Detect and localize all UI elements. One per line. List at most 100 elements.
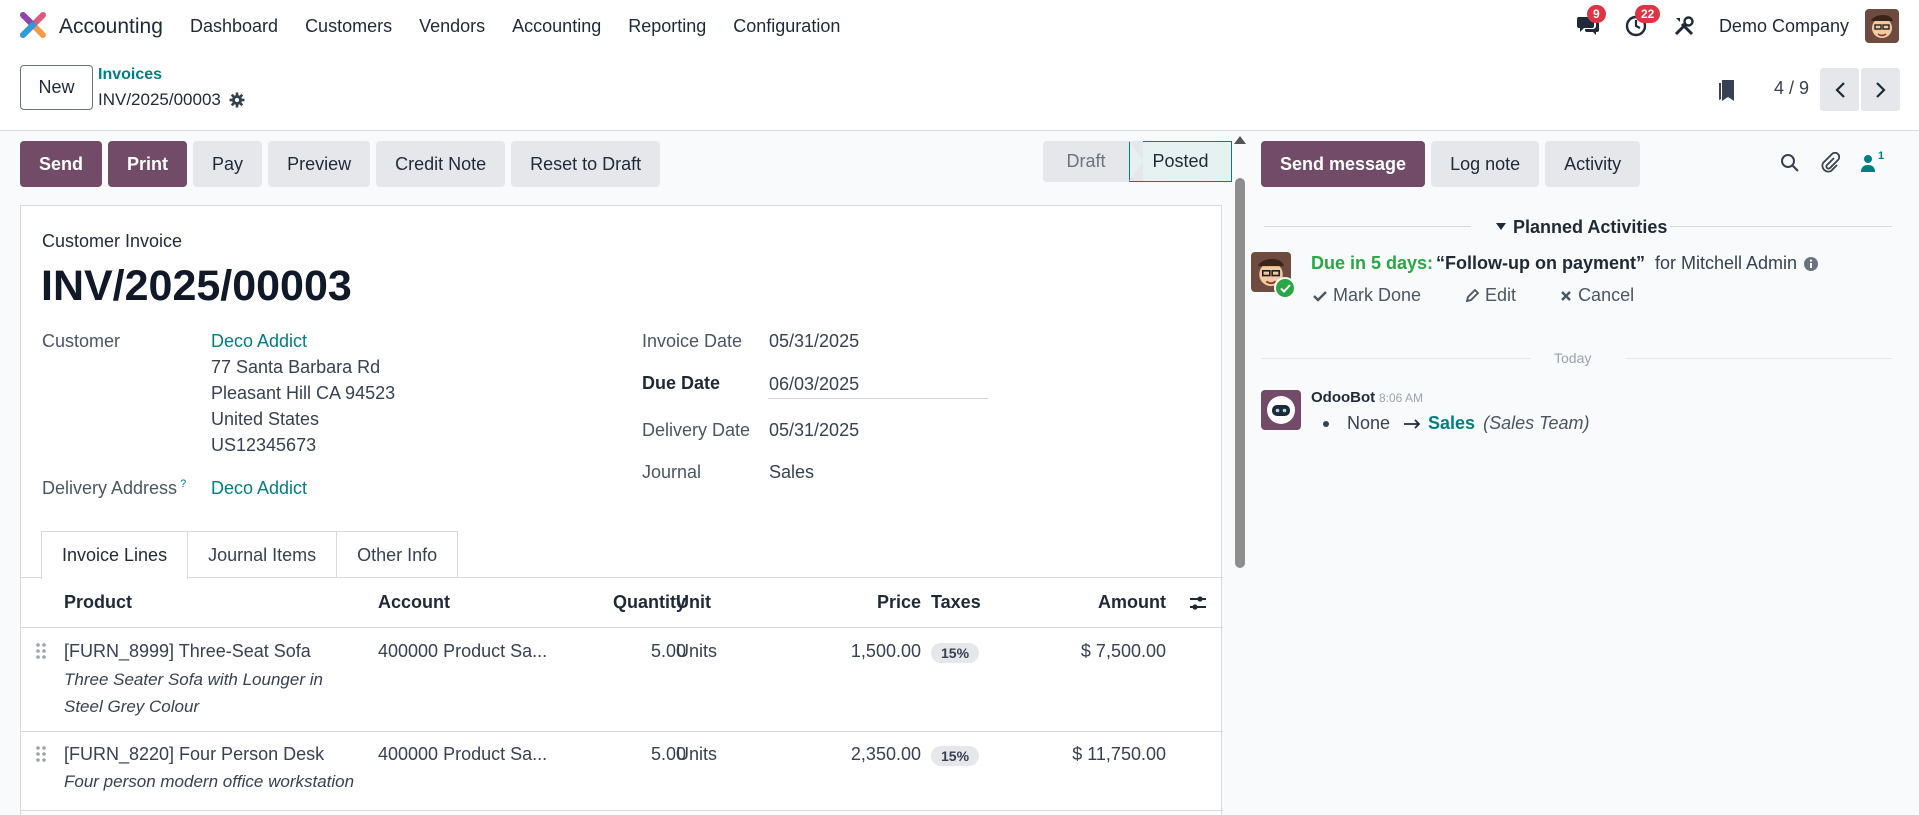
journal-field[interactable]: Sales (769, 462, 814, 483)
line-description[interactable]: Four person modern office workstation (64, 768, 404, 795)
table-row[interactable]: [FURN_8220] Four Person Desk Four person… (21, 733, 1223, 811)
optional-columns-icon[interactable] (1189, 594, 1207, 612)
activity-due-label: Due in 5 days: (1311, 253, 1434, 273)
line-price[interactable]: 2,350.00 (851, 744, 921, 765)
customer-link[interactable]: Deco Addict (211, 331, 307, 352)
invoice-number: INV/2025/00003 (41, 262, 352, 310)
menu-accounting[interactable]: Accounting (512, 16, 601, 37)
line-unit[interactable]: Units (676, 744, 717, 765)
delivery-address-link[interactable]: Deco Addict (211, 478, 307, 499)
line-account[interactable]: 400000 Product Sa... (378, 641, 547, 662)
message-author[interactable]: OdooBot (1311, 389, 1375, 406)
scroll-up-arrow[interactable] (1234, 136, 1246, 144)
pager-value[interactable]: 4 / 9 (1774, 78, 1809, 99)
menu-dashboard[interactable]: Dashboard (190, 16, 278, 37)
address-line-1: 77 Santa Barbara Rd (211, 357, 381, 377)
app-name[interactable]: Accounting (59, 15, 163, 39)
tracking-new-value: Sales (1428, 413, 1476, 433)
new-button[interactable]: New (20, 65, 93, 110)
log-note-button[interactable]: Log note (1431, 141, 1540, 187)
chatter-followers[interactable]: 1 (1860, 150, 1884, 172)
drag-handle-icon[interactable] (34, 745, 48, 763)
breadcrumb-invoices[interactable]: Invoices (98, 66, 162, 84)
line-price[interactable]: 1,500.00 (851, 641, 921, 662)
due-date-field[interactable]: 06/03/2025 (769, 374, 859, 395)
menu-reporting[interactable]: Reporting (628, 16, 706, 37)
planned-activities-toggle[interactable]: Planned Activities (1496, 217, 1667, 238)
address-line-2: Pleasant Hill CA 94523 (211, 383, 396, 403)
accounting-app-logo[interactable] (20, 12, 46, 38)
send-message-button[interactable]: Send message (1261, 141, 1426, 187)
odoobot-avatar[interactable] (1261, 390, 1301, 430)
status-bar: Draft Posted (1043, 141, 1232, 182)
chatter-attachments[interactable] (1820, 152, 1840, 174)
bookmark-icon[interactable] (1718, 79, 1736, 103)
delivery-date-field[interactable]: 05/31/2025 (769, 420, 859, 441)
col-amount[interactable]: Amount (1098, 592, 1166, 613)
form-action-bar: Send Print Pay Preview Credit Note Reset… (20, 141, 666, 187)
company-switcher[interactable]: Demo Company (1719, 16, 1849, 37)
bullet (1323, 420, 1329, 427)
activities-badge: 22 (1634, 5, 1661, 23)
status-posted[interactable]: Posted (1129, 141, 1232, 182)
cancel-activity-button[interactable]: Cancel (1560, 285, 1656, 306)
date-separator: Today (1554, 350, 1592, 366)
activities-menu[interactable]: 22 (1621, 5, 1661, 41)
line-account[interactable]: 400000 Product Sa... (378, 744, 547, 765)
today-divider-left (1261, 358, 1531, 359)
tab-other-info[interactable]: Other Info (336, 531, 459, 578)
line-tax-badge[interactable]: 15% (931, 746, 980, 766)
delivery-date-label: Delivery Date (642, 420, 751, 440)
pager-next-button[interactable] (1861, 68, 1900, 111)
document-type: Customer Invoice (42, 231, 183, 251)
pager-previous-button[interactable] (1820, 68, 1859, 111)
notebook-tabs: Invoice Lines Journal Items Other Info (41, 531, 459, 579)
debug-tools-menu[interactable] (1669, 11, 1699, 41)
send-button[interactable]: Send (20, 141, 103, 187)
planned-divider-left (1264, 226, 1471, 227)
drag-handle-icon[interactable] (34, 642, 48, 660)
line-product[interactable]: [FURN_8999] Three-Seat Sofa (64, 641, 311, 662)
table-row[interactable]: [FURN_8999] Three-Seat Sofa Three Seater… (21, 628, 1223, 732)
col-unit[interactable]: Unit (676, 592, 711, 613)
col-price[interactable]: Price (877, 592, 921, 613)
line-description[interactable]: Three Seater Sofa with Lounger in Steel … (64, 666, 364, 720)
activity-button[interactable]: Activity (1545, 141, 1641, 187)
paperclip-icon (1821, 152, 1840, 173)
robot-icon (1267, 396, 1295, 424)
line-product[interactable]: [FURN_8220] Four Person Desk (64, 744, 324, 765)
tab-journal-items[interactable]: Journal Items (187, 531, 338, 578)
reset-to-draft-button[interactable]: Reset to Draft (511, 141, 661, 187)
messages-menu[interactable]: 9 (1573, 5, 1606, 41)
chatter-search[interactable] (1780, 153, 1800, 173)
info-circle-icon[interactable] (1803, 256, 1819, 272)
pay-button[interactable]: Pay (193, 141, 263, 187)
credit-note-button[interactable]: Credit Note (376, 141, 506, 187)
edit-activity-label: Edit (1485, 285, 1517, 305)
print-button[interactable]: Print (108, 141, 188, 187)
control-panel: New Invoices INV/2025/00003 4 / 9 (0, 52, 1919, 131)
mark-done-button[interactable]: Mark Done (1313, 285, 1443, 306)
col-account[interactable]: Account (378, 592, 450, 613)
col-taxes[interactable]: Taxes (931, 592, 981, 613)
cancel-activity-label: Cancel (1578, 285, 1635, 305)
status-draft[interactable]: Draft (1043, 141, 1129, 182)
form-scrollbar-thumb[interactable] (1235, 178, 1245, 568)
close-icon (1561, 290, 1571, 301)
line-tax-badge[interactable]: 15% (931, 643, 980, 663)
menu-vendors[interactable]: Vendors (419, 16, 485, 37)
tab-invoice-lines[interactable]: Invoice Lines (41, 531, 189, 579)
menu-configuration[interactable]: Configuration (733, 16, 840, 37)
tracking-message: None Sales (Sales Team) (1323, 413, 1589, 434)
address-line-3: United States (211, 409, 320, 429)
line-unit[interactable]: Units (676, 641, 717, 662)
edit-activity-button[interactable]: Edit (1465, 285, 1538, 306)
invoice-date-field[interactable]: 05/31/2025 (769, 331, 859, 352)
user-avatar[interactable] (1865, 9, 1899, 43)
breadcrumb-current-label: INV/2025/00003 (98, 90, 221, 109)
gear-icon[interactable] (229, 92, 245, 108)
col-product[interactable]: Product (64, 592, 132, 613)
preview-button[interactable]: Preview (268, 141, 371, 187)
menu-customers[interactable]: Customers (305, 16, 392, 37)
help-tooltip-icon[interactable]: ? (180, 478, 186, 490)
